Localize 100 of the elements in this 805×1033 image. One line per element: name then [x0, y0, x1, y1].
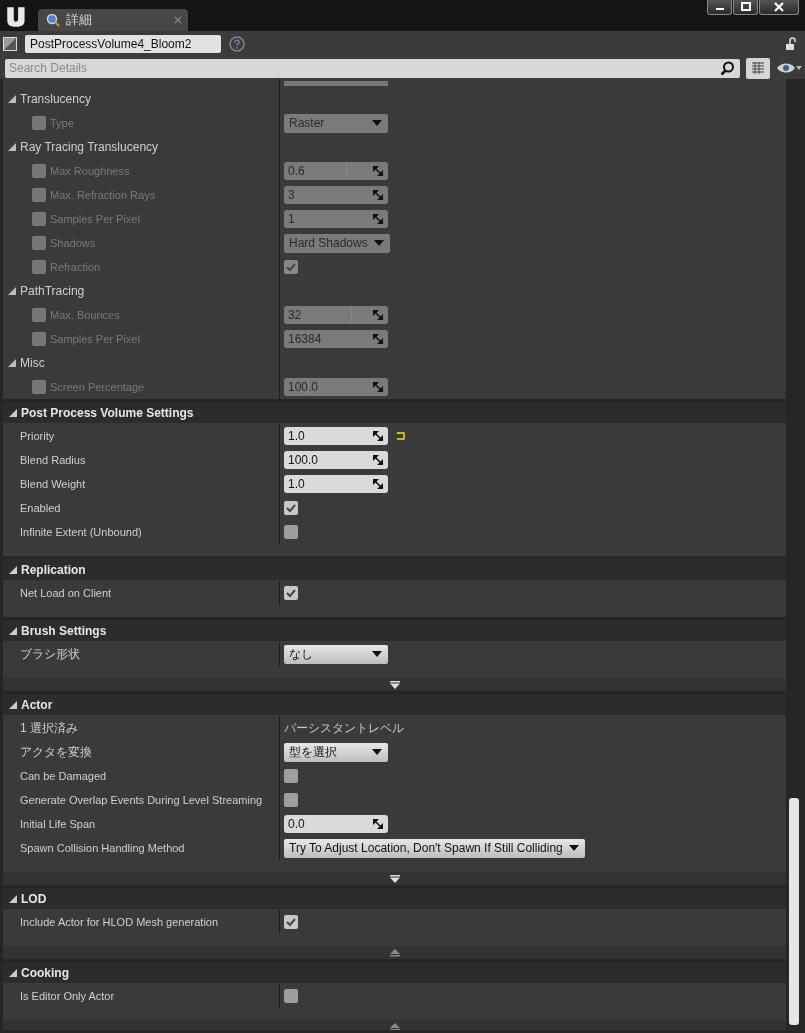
expand-arrow-icon	[388, 680, 401, 689]
unlock-icon[interactable]	[783, 37, 797, 51]
expanded-triangle-icon	[9, 565, 17, 574]
category-header[interactable]: LOD	[3, 888, 786, 909]
name-field[interactable]: PostProcessVolume4_Bloom2	[25, 35, 221, 53]
group-label: Translucency	[20, 92, 91, 106]
property-label: Shadows	[50, 237, 96, 249]
minimize-button[interactable]	[707, 0, 732, 15]
number-field[interactable]: 0.0	[284, 815, 388, 833]
property-label: Max Roughness	[50, 165, 130, 177]
caret-icon	[372, 749, 382, 755]
resize-arrow-icon	[373, 455, 383, 465]
category-header[interactable]: Actor	[3, 694, 786, 715]
category-title: Actor	[21, 697, 53, 712]
checkbox[interactable]	[284, 915, 298, 929]
category-title: Cooking	[21, 965, 69, 980]
property-label: Blend Weight	[20, 478, 86, 490]
resize-arrow-icon	[373, 334, 383, 344]
resize-arrow-icon	[373, 382, 383, 392]
expanded-triangle-icon	[8, 143, 16, 151]
search-icon	[720, 60, 735, 76]
caret-icon	[372, 120, 382, 126]
property-label: Blend Radius	[20, 454, 86, 466]
property-label: Infinite Extent (Unbound)	[20, 526, 142, 538]
property-label: Max. Bounces	[50, 309, 120, 321]
search-field[interactable]: Search Details	[5, 58, 740, 78]
collapse-arrow-icon	[388, 948, 401, 957]
help-icon[interactable]	[229, 36, 245, 52]
expanded-triangle-icon	[9, 700, 17, 709]
property-label: Can be Damaged	[20, 770, 107, 782]
close-icon	[774, 2, 784, 12]
actor-icon	[3, 37, 17, 51]
group-label: PathTracing	[20, 284, 85, 298]
checkbox[interactable]	[284, 501, 298, 515]
expanded-triangle-icon	[9, 968, 17, 977]
checkbox[interactable]	[284, 769, 298, 783]
expanded-triangle-icon	[8, 95, 16, 103]
advanced-toggle[interactable]	[3, 1020, 786, 1030]
property-label: Generate Overlap Events During Level Streaming	[20, 794, 263, 806]
property-label: Type	[50, 117, 74, 129]
close-button[interactable]	[759, 0, 799, 15]
number-field[interactable]: 1.0	[284, 427, 388, 445]
category-title: Post Process Volume Settings	[21, 405, 194, 420]
collapse-arrow-icon	[388, 1022, 401, 1030]
details-tab[interactable]: 詳細	[38, 9, 188, 31]
view-options-button[interactable]	[746, 57, 770, 79]
advanced-toggle[interactable]	[3, 678, 786, 691]
expanded-triangle-icon	[9, 894, 17, 903]
property-label: Include Actor for HLOD Mesh generation	[20, 916, 219, 928]
dropdown[interactable]: 型を選択	[284, 742, 388, 762]
property-label: 1 選択済み	[20, 719, 78, 737]
checkbox[interactable]	[284, 989, 298, 1003]
resize-arrow-icon	[373, 479, 383, 489]
checkbox[interactable]	[284, 525, 298, 539]
caret-icon	[373, 240, 384, 246]
property-label: Max. Refraction Rays	[50, 189, 156, 201]
maximize-button[interactable]	[733, 0, 758, 15]
resize-arrow-icon	[373, 310, 383, 320]
category-header[interactable]: Post Process Volume Settings	[3, 402, 786, 423]
category-header[interactable]: Brush Settings	[3, 620, 786, 641]
close-icon[interactable]	[174, 16, 182, 24]
search-icon	[46, 13, 60, 27]
resize-arrow-icon	[373, 214, 383, 224]
number-field[interactable]: 100.0	[284, 451, 388, 469]
advanced-toggle[interactable]	[3, 872, 786, 885]
dropdown[interactable]: Try To Adjust Location, Don't Spawn If Still Colliding	[284, 838, 585, 858]
maximize-icon	[740, 2, 751, 12]
expanded-triangle-icon	[8, 359, 16, 367]
property-value: パーシスタントレベル	[284, 719, 404, 737]
caret-icon	[568, 845, 579, 851]
tab-label: 詳細	[66, 11, 92, 29]
grid-icon	[751, 61, 765, 75]
property-label: Initial Life Span	[20, 818, 96, 830]
resize-arrow-icon	[373, 431, 383, 441]
property-label: ブラシ形状	[20, 645, 80, 663]
group-label: Misc	[20, 356, 45, 370]
property-label: Is Editor Only Actor	[20, 990, 115, 1002]
category-header[interactable]: Cooking	[3, 962, 786, 983]
eye-icon[interactable]	[776, 61, 802, 75]
expand-arrow-icon	[388, 874, 401, 883]
number-field[interactable]: 1.0	[284, 475, 388, 493]
scrollbar-thumb[interactable]	[789, 798, 799, 1025]
property-label: アクタを変換	[20, 743, 92, 761]
property-label: Priority	[20, 430, 55, 442]
dropdown[interactable]: なし	[284, 644, 388, 664]
advanced-toggle[interactable]	[3, 946, 786, 959]
checkbox[interactable]	[284, 586, 298, 600]
expanded-triangle-icon	[9, 626, 17, 635]
category-header[interactable]: Replication	[3, 559, 786, 580]
group-label: Ray Tracing Translucency	[20, 140, 159, 154]
property-label: Net Load on Client	[20, 587, 112, 599]
resize-arrow-icon	[373, 190, 383, 200]
category-title: Replication	[21, 562, 86, 577]
category-title: Brush Settings	[21, 623, 107, 638]
resize-arrow-icon	[373, 819, 383, 829]
reset-arrow-icon[interactable]	[396, 432, 405, 440]
property-label: Samples Per Pixel	[50, 333, 140, 345]
checkbox[interactable]	[284, 793, 298, 807]
expanded-triangle-icon	[9, 408, 17, 417]
resize-arrow-icon	[373, 166, 383, 176]
